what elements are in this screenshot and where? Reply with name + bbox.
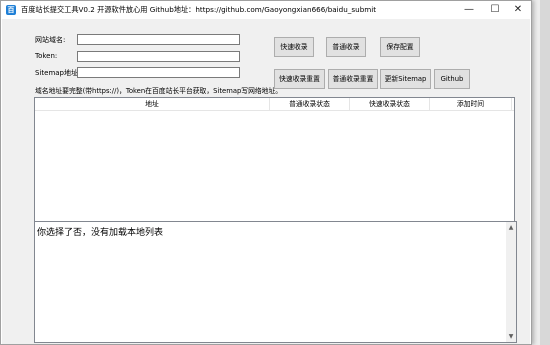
fast-submit-button[interactable]: 快速收录 <box>274 37 314 57</box>
token-label: Token: <box>35 52 58 60</box>
sitemap-label: Sitemap地址: <box>35 69 81 77</box>
scroll-down-icon[interactable]: ▼ <box>506 333 516 340</box>
title-bar: 百 百度站长提交工具V0.2 开源软件放心用 Github地址：https://… <box>1 1 531 19</box>
sitemap-input[interactable] <box>77 67 240 78</box>
window-title: 百度站长提交工具V0.2 开源软件放心用 Github地址：https://gi… <box>21 5 377 14</box>
submission-list[interactable]: 地址 普通收录状态 快速收录状态 添加时间 <box>34 97 515 229</box>
column-header-fast-status[interactable]: 快速收录状态 <box>350 98 430 110</box>
column-header-added-time[interactable]: 添加时间 <box>430 98 512 110</box>
help-hint: 域名地址要完整(带https://)，Token在百度站长平台获取，Sitema… <box>35 87 283 95</box>
client-area: 网站域名: Token: Sitemap地址: 域名地址要完整(带https:/… <box>2 19 530 344</box>
log-output[interactable]: 你选择了否，没有加载本地列表 ▲ ▼ <box>34 221 517 343</box>
save-config-button[interactable]: 保存配置 <box>380 37 420 57</box>
scroll-up-icon[interactable]: ▲ <box>506 224 516 231</box>
minimize-button[interactable]: — <box>456 1 482 19</box>
column-header-normal-status[interactable]: 普通收录状态 <box>270 98 350 110</box>
site-domain-input[interactable] <box>77 34 240 45</box>
log-message: 你选择了否，没有加载本地列表 <box>37 228 164 238</box>
column-header-address[interactable]: 地址 <box>35 98 270 110</box>
list-header: 地址 普通收录状态 快速收录状态 添加时间 <box>35 98 514 111</box>
log-scrollbar[interactable]: ▲ ▼ <box>506 222 516 342</box>
normal-reset-button[interactable]: 普通收录重置 <box>328 69 378 89</box>
background-window-edge <box>540 0 550 345</box>
normal-submit-button[interactable]: 普通收录 <box>326 37 366 57</box>
app-window: 百 百度站长提交工具V0.2 开源软件放心用 Github地址：https://… <box>0 0 532 345</box>
fast-reset-button[interactable]: 快速收录重置 <box>274 69 325 89</box>
close-button[interactable]: ✕ <box>505 1 531 19</box>
site-domain-label: 网站域名: <box>35 36 66 44</box>
token-input[interactable] <box>77 51 240 62</box>
github-button[interactable]: Github <box>434 69 470 89</box>
update-sitemap-button[interactable]: 更新Sitemap <box>380 69 431 89</box>
app-icon: 百 <box>6 5 16 15</box>
